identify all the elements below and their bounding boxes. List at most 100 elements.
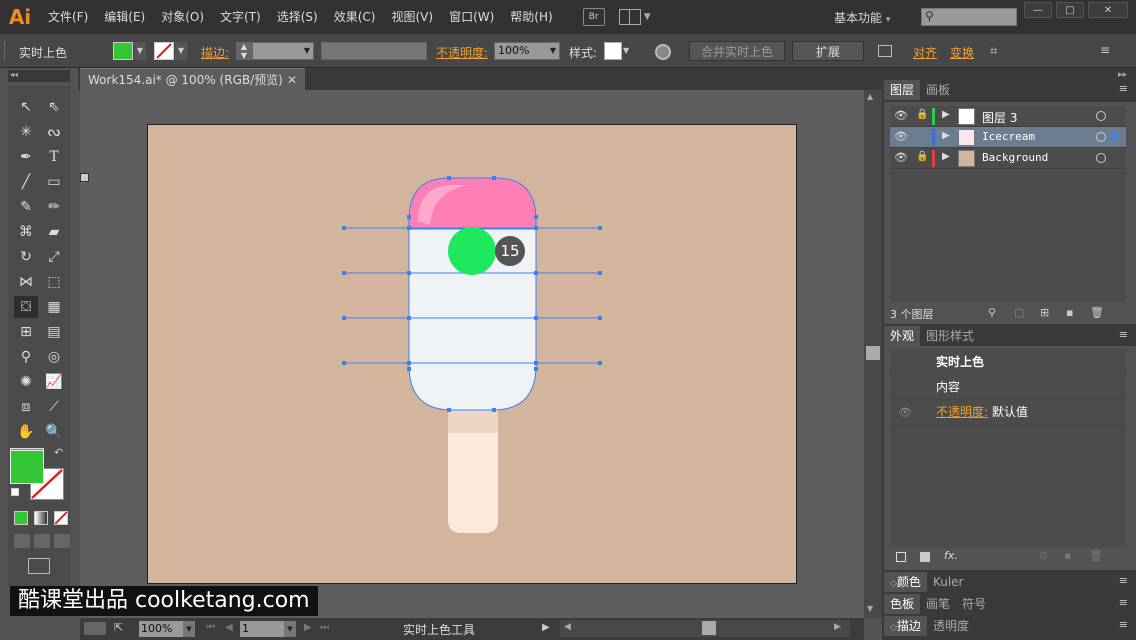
menu-file[interactable]: 文件(F) bbox=[40, 0, 96, 34]
export-icon[interactable]: ⇱ bbox=[114, 621, 123, 634]
style-swatch[interactable] bbox=[604, 42, 622, 60]
rotate-tool-icon[interactable]: ↻ bbox=[14, 246, 38, 268]
stroke-none-swatch[interactable] bbox=[154, 42, 174, 60]
workspace-switcher[interactable]: 基本功能 ▾ bbox=[834, 9, 890, 26]
document-tab[interactable]: Work154.ai* @ 100% (RGB/预览) ✕ bbox=[80, 68, 305, 90]
swap-colors-icon[interactable]: ↶ bbox=[54, 446, 63, 459]
target-icon[interactable] bbox=[1096, 111, 1106, 121]
duplicate-item-icon[interactable]: ▪ bbox=[1064, 549, 1071, 562]
tab-kuler[interactable]: Kuler bbox=[927, 572, 970, 592]
tab-swatches[interactable]: 色板 bbox=[884, 594, 921, 614]
stroke-panel-menu-icon[interactable]: ≡ bbox=[1119, 618, 1128, 631]
menu-type[interactable]: 文字(T) bbox=[212, 0, 269, 34]
opacity-dropdown-icon[interactable]: ▼ bbox=[546, 42, 560, 60]
tab-artboards[interactable]: 画板 bbox=[920, 80, 956, 100]
eyedropper-tool-icon[interactable]: ⚲ bbox=[14, 346, 38, 368]
gradient-tool-icon[interactable]: ▤ bbox=[42, 321, 66, 343]
first-page-icon[interactable]: ⏮ bbox=[206, 622, 215, 633]
blend-tool-icon[interactable]: ◎ bbox=[42, 346, 66, 368]
color-mode-icon[interactable] bbox=[14, 511, 28, 525]
scroll-left-icon[interactable]: ◀ bbox=[564, 622, 571, 632]
slice-tool-icon[interactable]: ⟋ bbox=[42, 396, 66, 418]
default-colors-icon[interactable] bbox=[11, 488, 19, 496]
menu-effect[interactable]: 效果(C) bbox=[326, 0, 384, 34]
free-transform-tool-icon[interactable]: ⬚ bbox=[42, 271, 66, 293]
eye-icon[interactable]: 👁 bbox=[898, 400, 912, 425]
style-dropdown-icon[interactable]: ▼ bbox=[623, 42, 635, 60]
expand-arrow-icon[interactable]: ▶ bbox=[942, 151, 950, 162]
last-page-icon[interactable]: ⏭ bbox=[320, 622, 329, 633]
direct-selection-tool-icon[interactable]: ⇖ bbox=[42, 96, 66, 118]
locate-object-icon[interactable]: ⚲ bbox=[988, 306, 996, 319]
page-dropdown-icon[interactable]: ▼ bbox=[284, 621, 296, 637]
fill-swatch[interactable] bbox=[113, 42, 133, 60]
gradient-mode-icon[interactable] bbox=[34, 511, 48, 525]
mesh-tool-icon[interactable]: ⊞ bbox=[14, 321, 38, 343]
clear-appearance-icon[interactable]: ⊘ bbox=[1039, 549, 1048, 562]
fill-front-swatch[interactable] bbox=[10, 450, 44, 484]
recolor-artwork-icon[interactable] bbox=[655, 44, 671, 60]
page-field[interactable]: 1 bbox=[240, 621, 284, 637]
scale-tool-icon[interactable]: ⤢ bbox=[42, 246, 66, 268]
tab-color[interactable]: ◇颜色 bbox=[884, 572, 927, 592]
close-tab-icon[interactable]: ✕ bbox=[287, 69, 297, 91]
scroll-thumb[interactable] bbox=[866, 346, 880, 360]
layer-row[interactable]: 👁 🔒 ▶ 图层 3 bbox=[890, 106, 1126, 127]
target-icon[interactable] bbox=[1096, 153, 1106, 163]
artboard-nav-icon[interactable] bbox=[84, 622, 106, 635]
draw-normal-icon[interactable] bbox=[14, 534, 30, 548]
none-mode-icon[interactable] bbox=[54, 511, 68, 525]
merge-live-paint-button[interactable]: 合并实时上色 bbox=[689, 41, 785, 61]
appearance-panel-menu-icon[interactable]: ≡ bbox=[1119, 328, 1128, 341]
transform-label[interactable]: 变换 bbox=[950, 44, 974, 61]
tab-graphic-styles[interactable]: 图形样式 bbox=[920, 326, 980, 346]
stroke-stepper[interactable]: ▲ ▼ bbox=[236, 42, 252, 60]
paintbrush-tool-icon[interactable]: ✎ bbox=[14, 196, 38, 218]
eye-icon[interactable]: 👁 bbox=[894, 151, 908, 164]
minimize-button[interactable]: — bbox=[1024, 2, 1052, 18]
zoom-dropdown-icon[interactable]: ▼ bbox=[183, 621, 195, 637]
symbol-sprayer-tool-icon[interactable]: ✺ bbox=[14, 371, 38, 393]
fx-icon[interactable]: fx. bbox=[944, 549, 958, 562]
scroll-up-icon[interactable]: ▲ bbox=[867, 92, 873, 101]
tab-transparency[interactable]: 透明度 bbox=[927, 616, 975, 636]
appearance-opacity-label[interactable]: 不透明度: bbox=[936, 405, 988, 419]
zoom-tool-icon[interactable]: 🔍 bbox=[42, 421, 66, 443]
maximize-button[interactable]: □ bbox=[1056, 2, 1084, 18]
zoom-field[interactable]: 100% bbox=[139, 621, 183, 637]
menu-view[interactable]: 视图(V) bbox=[383, 0, 441, 34]
bridge-button[interactable]: Br bbox=[582, 8, 605, 26]
live-paint-bucket-tool-icon[interactable]: ⛋ bbox=[14, 296, 38, 318]
opacity-label[interactable]: 不透明度: bbox=[436, 44, 488, 61]
target-icon[interactable] bbox=[1096, 132, 1106, 142]
scroll-right-icon[interactable]: ▶ bbox=[834, 622, 841, 632]
new-layer-icon[interactable]: ▪ bbox=[1066, 306, 1073, 319]
lock-icon[interactable]: 🔒 bbox=[916, 151, 928, 162]
prev-page-icon[interactable]: ◀ bbox=[225, 622, 233, 633]
width-tool-icon[interactable]: ⋈ bbox=[14, 271, 38, 293]
pen-tool-icon[interactable]: ✒ bbox=[14, 146, 38, 168]
rectangle-tool-icon[interactable]: ▭ bbox=[42, 171, 66, 193]
panel-menu-icon[interactable]: ≡ bbox=[1100, 43, 1110, 57]
screen-mode-icon[interactable] bbox=[28, 558, 50, 574]
close-button[interactable]: ✕ bbox=[1088, 2, 1128, 18]
menu-window[interactable]: 窗口(W) bbox=[441, 0, 502, 34]
delete-item-icon[interactable]: 🗑 bbox=[1089, 549, 1103, 562]
draw-inside-icon[interactable] bbox=[54, 534, 70, 548]
type-tool-icon[interactable]: T bbox=[42, 146, 66, 168]
align-label[interactable]: 对齐 bbox=[913, 44, 937, 61]
selection-tool-icon[interactable]: ↖ bbox=[14, 96, 38, 118]
new-sublayer-icon[interactable]: ⊞ bbox=[1040, 306, 1049, 319]
eye-icon[interactable]: 👁 bbox=[894, 109, 908, 122]
blob-brush-tool-icon[interactable]: ⌘ bbox=[14, 221, 38, 243]
lasso-tool-icon[interactable]: ᔓ bbox=[42, 121, 66, 143]
expand-arrow-icon[interactable]: ▶ bbox=[942, 130, 950, 141]
make-clipping-mask-icon[interactable]: ▢ bbox=[1014, 306, 1024, 319]
vertical-scrollbar[interactable]: ▲ ▼ bbox=[864, 90, 882, 618]
artboard[interactable]: 15 bbox=[147, 124, 797, 584]
tools-collapse-icon[interactable]: ◂◂ bbox=[8, 70, 70, 82]
hand-tool-icon[interactable]: ✋ bbox=[14, 421, 38, 443]
line-tool-icon[interactable]: ╱ bbox=[14, 171, 38, 193]
perspective-grid-tool-icon[interactable]: ▦ bbox=[42, 296, 66, 318]
stroke-label[interactable]: 描边: bbox=[201, 44, 229, 61]
